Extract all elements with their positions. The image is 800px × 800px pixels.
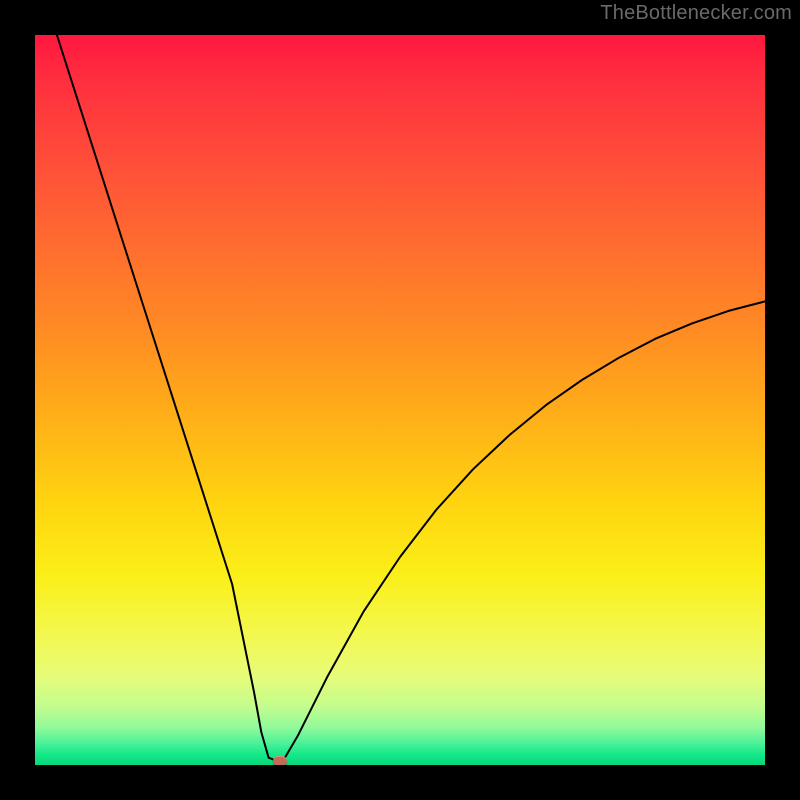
chart-frame: TheBottlenecker.com [0, 0, 800, 800]
bottleneck-curve [35, 35, 765, 765]
optimal-point-marker [273, 756, 287, 765]
plot-area [35, 35, 765, 765]
watermark-text: TheBottlenecker.com [600, 2, 792, 25]
